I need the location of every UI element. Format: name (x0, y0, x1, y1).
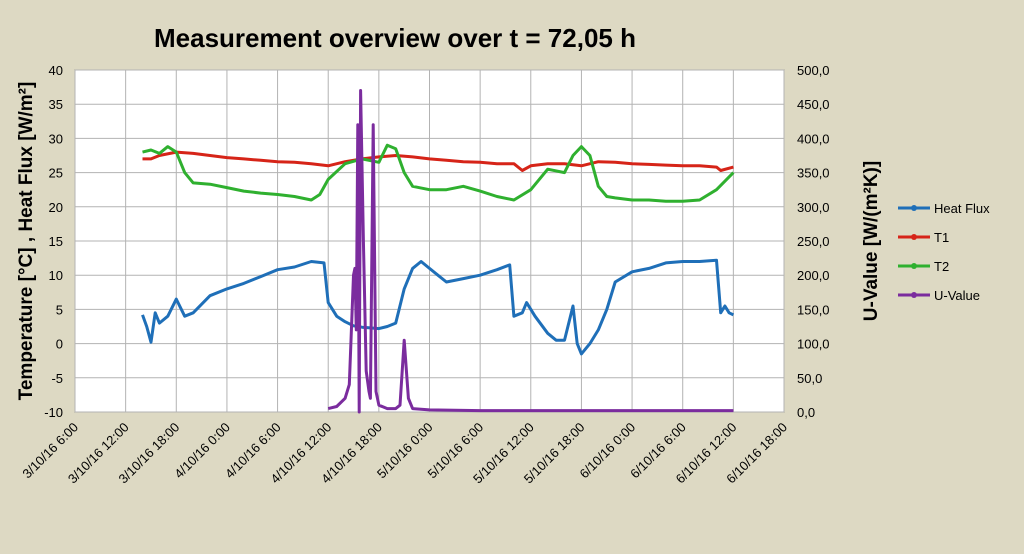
legend-marker-u-value (911, 292, 917, 298)
left-tick-label: 15 (49, 234, 63, 249)
left-tick-label: 35 (49, 97, 63, 112)
legend-marker-t1 (911, 234, 917, 240)
right-tick-label: 0,0 (797, 405, 815, 420)
left-tick-label: 40 (49, 63, 63, 78)
left-tick-label: 20 (49, 200, 63, 215)
left-tick-label: 30 (49, 131, 63, 146)
left-tick-label: -10 (44, 405, 63, 420)
left-axis-ticks: 40 35 30 25 20 15 10 5 0 -5 -10 (44, 63, 63, 420)
right-tick-label: 400,0 (797, 131, 830, 146)
legend-label-u-value: U-Value (934, 288, 980, 303)
left-tick-label: 25 (49, 166, 63, 181)
right-tick-label: 150,0 (797, 302, 830, 317)
chart-area: 40 35 30 25 20 15 10 5 0 -5 -10 500,0 450,0 400,0 350… (0, 0, 1024, 554)
right-tick-label: 350,0 (797, 166, 830, 181)
right-tick-label: 250,0 (797, 234, 830, 249)
left-tick-label: -5 (51, 371, 63, 386)
legend-marker-t2 (911, 263, 917, 269)
right-tick-label: 300,0 (797, 200, 830, 215)
legend: Heat Flux T1 T2 U-Value (898, 201, 990, 303)
legend-label-heat-flux: Heat Flux (934, 201, 990, 216)
legend-marker-heat-flux (911, 205, 917, 211)
right-tick-label: 50,0 (797, 371, 822, 386)
legend-label-t2: T2 (934, 259, 949, 274)
right-tick-label: 200,0 (797, 268, 830, 283)
legend-label-t1: T1 (934, 230, 949, 245)
left-tick-label: 0 (56, 337, 63, 352)
right-tick-label: 100,0 (797, 337, 830, 352)
right-axis-ticks: 500,0 450,0 400,0 350,0 300,0 250,0 200,0 150,0… (797, 63, 830, 420)
right-axis-title: U-Value [W/(m²K)] (861, 161, 882, 321)
chart-svg: 40 35 30 25 20 15 10 5 0 -5 -10 500,0 450,0 400,0 350… (16, 23, 990, 487)
x-axis-ticks: 3/10/16 6:003/10/16 12:003/10/16 18:004/… (19, 420, 790, 487)
chart-title: Measurement overview over t = 72,05 h (154, 23, 636, 53)
right-tick-label: 450,0 (797, 97, 830, 112)
left-axis-title: Temperature [°C] , Heat Flux [W/m²] (16, 82, 37, 401)
left-tick-label: 5 (56, 302, 63, 317)
right-tick-label: 500,0 (797, 63, 830, 78)
left-tick-label: 10 (49, 268, 63, 283)
